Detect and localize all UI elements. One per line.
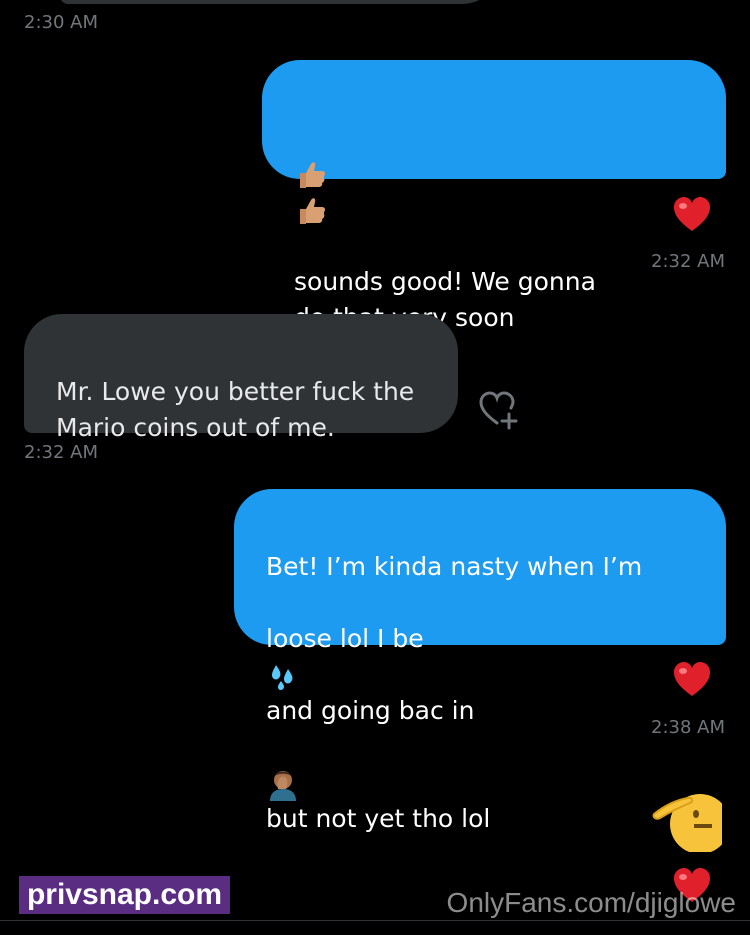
- sweat-droplets-icon: [272, 665, 293, 691]
- heart-reaction-icon[interactable]: [672, 195, 712, 235]
- add-reaction-icon[interactable]: [478, 390, 520, 430]
- face-palm-icon: [270, 771, 296, 801]
- divider: [0, 920, 750, 921]
- message-text-line: and going bac in: [266, 696, 475, 725]
- message-text: Mr. Lowe you better fuck the Mario coins…: [56, 377, 415, 442]
- message-bubble-received[interactable]: Mr. Lowe you better fuck the Mario coins…: [24, 314, 458, 442]
- message-timestamp: 2:30 AM: [24, 12, 98, 33]
- watermark-privsnap: privsnap.com: [19, 876, 230, 914]
- saluting-face-icon[interactable]: [650, 784, 722, 852]
- message-timestamp: 2:32 AM: [24, 442, 98, 463]
- message-bubble-received-previous[interactable]: [60, 0, 500, 4]
- message-bubble-sent[interactable]: sounds good! We gonna do that very soon: [262, 60, 726, 332]
- message-bubble-sent[interactable]: Bet! I’m kinda nasty when I’m loose lol …: [234, 489, 726, 833]
- message-text-line: Bet! I’m kinda nasty when I’m: [266, 552, 643, 581]
- message-timestamp: 2:32 AM: [651, 251, 725, 272]
- message-text-line: but not yet tho lol: [266, 804, 491, 833]
- watermark-onlyfans: OnlyFans.com/djiglowe: [446, 887, 736, 918]
- heart-reaction-icon[interactable]: [672, 660, 712, 700]
- message-timestamp: 2:38 AM: [651, 717, 725, 738]
- message-text-line: loose lol I be: [266, 624, 424, 653]
- thumbs-up-icon: [294, 159, 328, 224]
